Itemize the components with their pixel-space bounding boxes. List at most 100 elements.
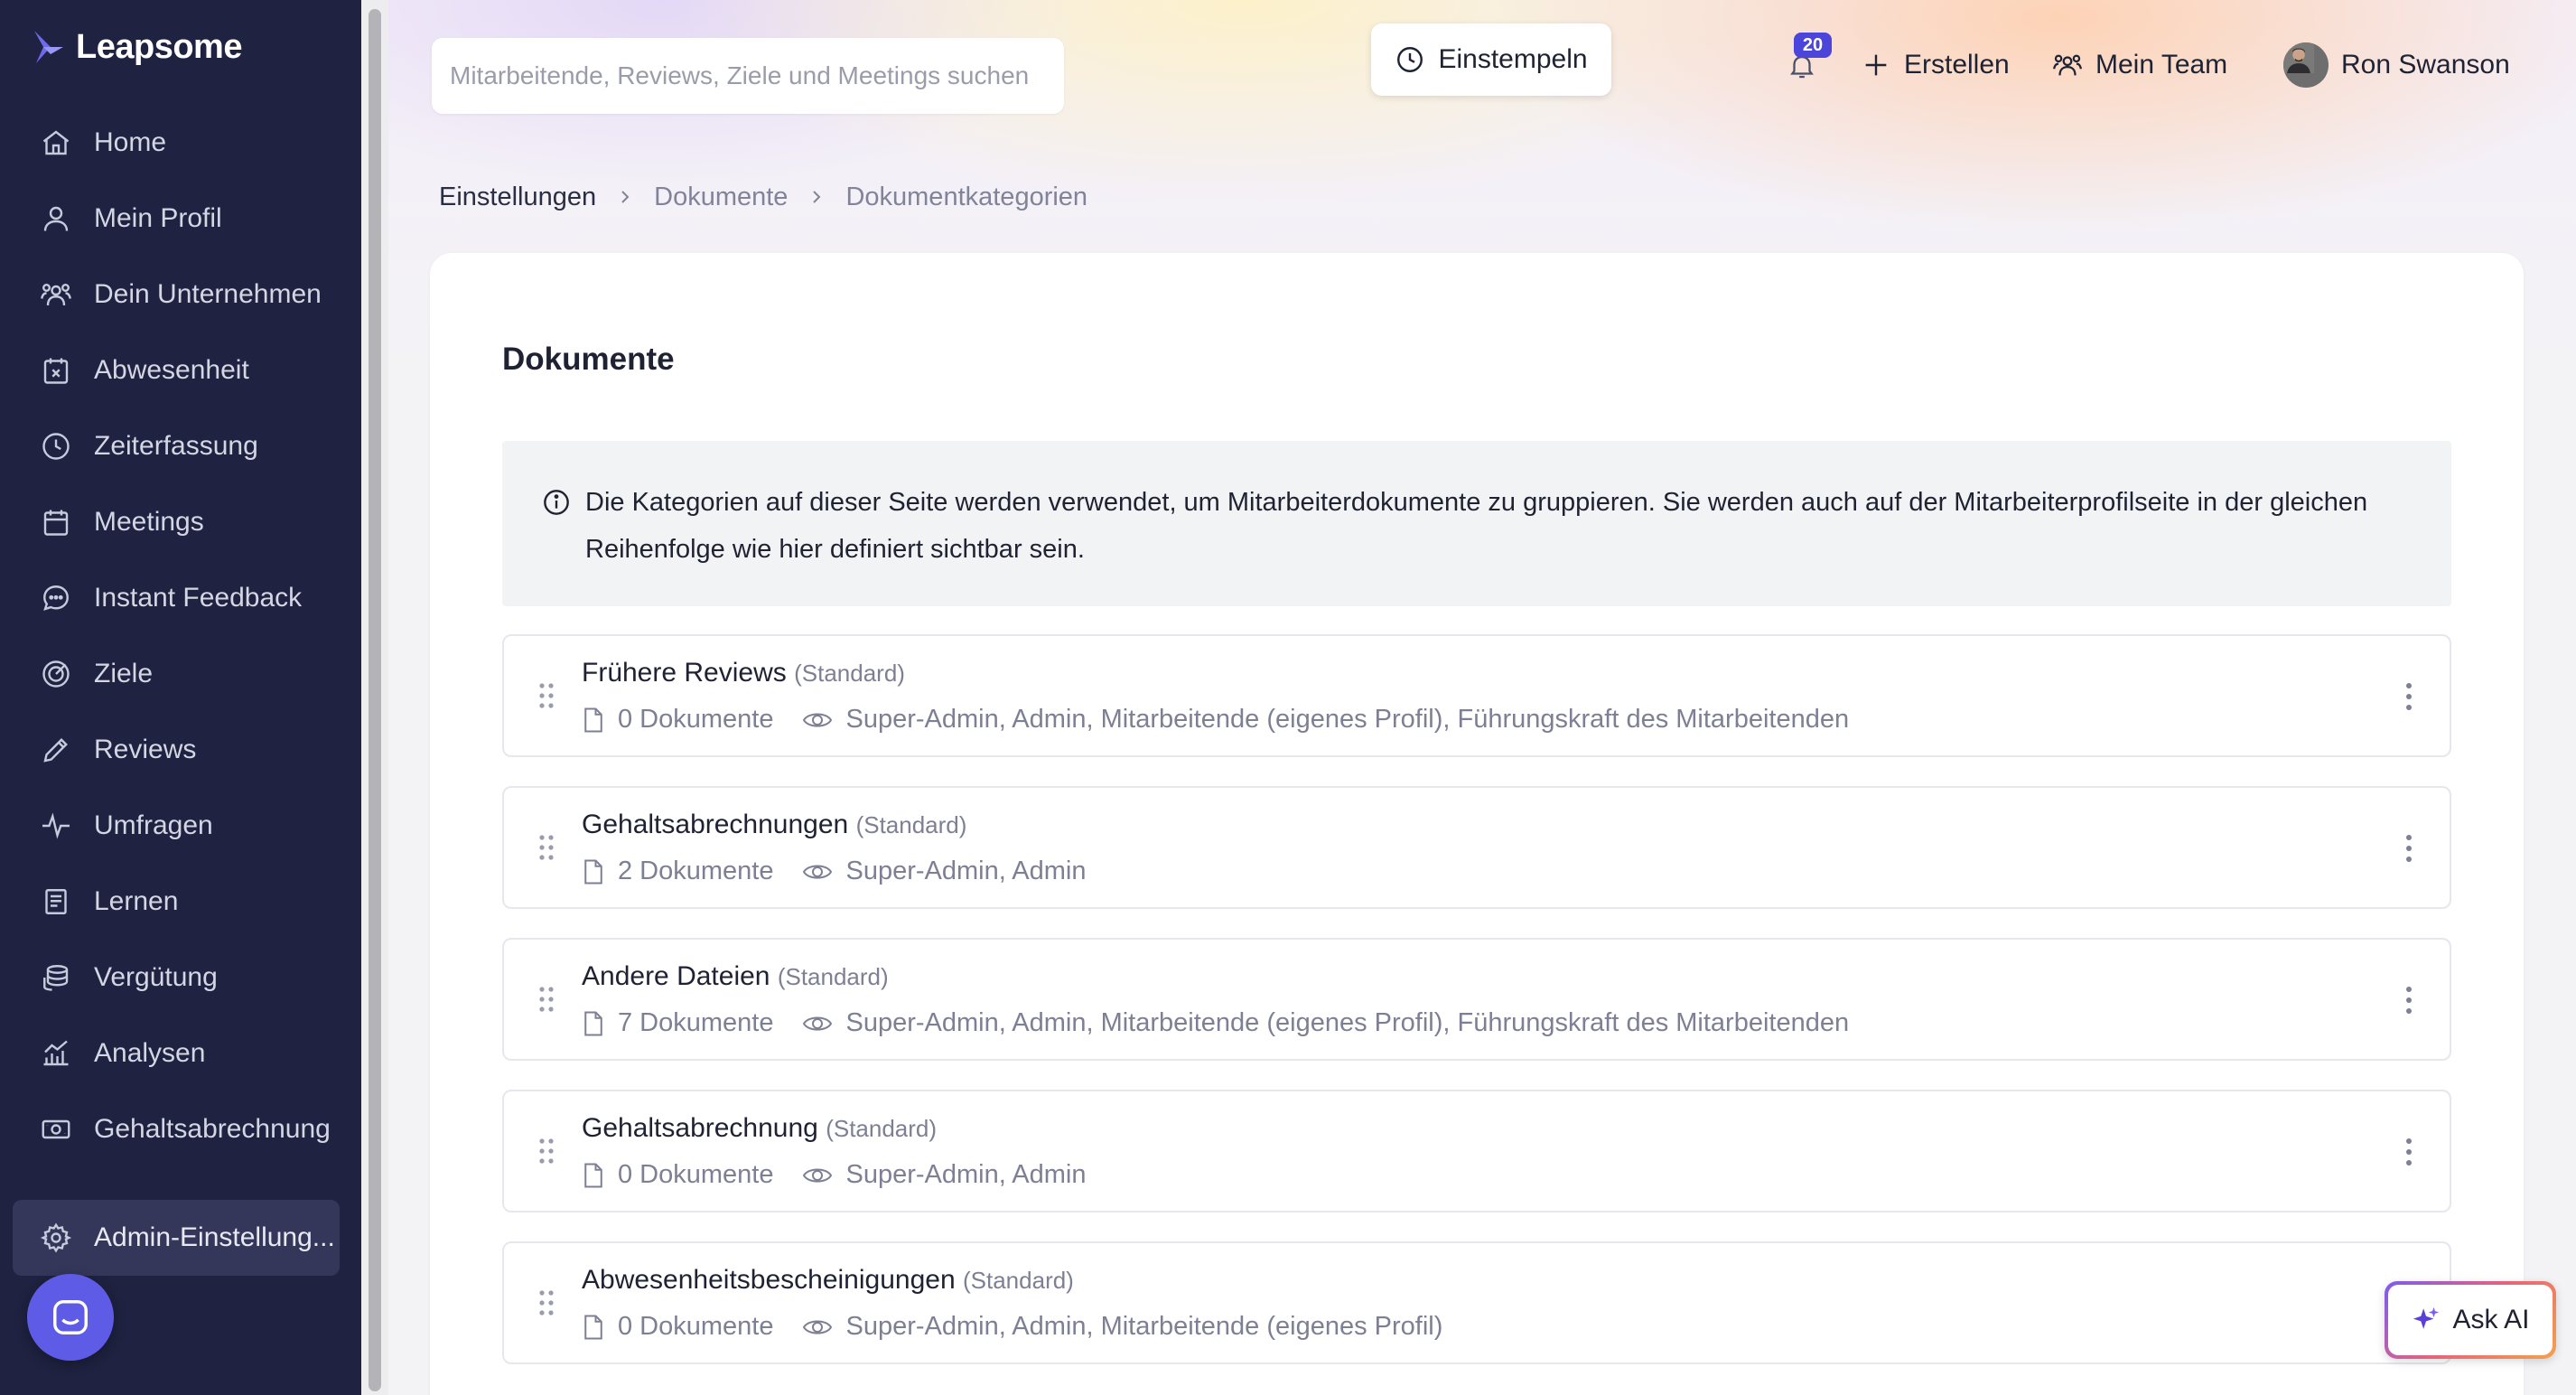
leapsome-logo[interactable]: Leapsome [31, 20, 242, 74]
category-row[interactable]: Gehaltsabrechnungen (Standard) 2 Dokumen… [502, 786, 2451, 909]
category-row[interactable]: Gehaltsabrechnung (Standard) 0 Dokumente… [502, 1090, 2451, 1212]
documents-card: Dokumente Die Kategorien auf dieser Seit… [430, 253, 2524, 1395]
drag-handle-icon[interactable] [538, 1137, 555, 1166]
document-count: 0 Dokumente [618, 1160, 774, 1189]
drag-handle-icon[interactable] [538, 985, 555, 1014]
eye-icon [802, 864, 832, 879]
leapsome-logo-icon [34, 31, 63, 63]
eye-icon [802, 1167, 832, 1183]
sparkle-icon [2413, 1306, 2440, 1329]
search-input[interactable] [450, 61, 1064, 90]
clock-in-button[interactable]: Einstempeln [1371, 23, 1611, 96]
global-search[interactable] [432, 38, 1064, 114]
category-name: Andere Dateien [582, 961, 770, 991]
sidebar-item-umfragen[interactable]: Umfragen [13, 788, 340, 864]
more-options-icon[interactable] [2404, 833, 2413, 864]
category-meta: 2 Dokumente Super-Admin, Admin [582, 857, 1086, 886]
chevron-right-icon [621, 191, 630, 203]
plus-icon [1865, 54, 1887, 76]
more-options-icon[interactable] [2404, 1137, 2413, 1167]
breadcrumb-item-dokumente[interactable]: Dokumente [654, 183, 788, 212]
document-icon [584, 1315, 602, 1339]
document-icon [584, 859, 602, 884]
sidebar-item-verguetung[interactable]: Vergütung [13, 940, 340, 1016]
sidebar-item-meetings[interactable]: Meetings [13, 484, 340, 560]
pulse-icon [42, 812, 70, 839]
avatar [2283, 42, 2329, 88]
create-button[interactable]: Erstellen [1861, 43, 2010, 87]
clock-icon [1397, 47, 1423, 72]
ask-ai-button[interactable]: Ask AI [2385, 1281, 2556, 1359]
category-tag: (Standard) [826, 1115, 938, 1142]
scrollbar-thumb[interactable] [369, 9, 381, 1391]
drag-handle-icon[interactable] [538, 681, 555, 710]
category-name: Frühere Reviews [582, 658, 787, 688]
document-count: 2 Dokumente [618, 857, 774, 885]
clock-icon [42, 433, 70, 460]
eye-icon [802, 712, 832, 727]
sidebar-item-zeiterfassung[interactable]: Zeiterfassung [13, 408, 340, 484]
sidebar-item-reviews[interactable]: Reviews [13, 712, 340, 788]
document-icon [584, 1163, 602, 1187]
sidebar-item-home[interactable]: Home [13, 105, 340, 181]
sidebar-item-ziele[interactable]: Ziele [13, 636, 340, 712]
ask-ai-inner: Ask AI [2388, 1285, 2553, 1355]
sidebar-item-label: Meetings [94, 507, 204, 537]
notifications-button[interactable]: 20 [1778, 33, 1832, 87]
sidebar-item-label: Umfragen [94, 810, 213, 840]
ask-ai-label: Ask AI [2452, 1305, 2530, 1334]
main-area: Einstempeln 20 Erstellen Mein Team Ron S… [388, 0, 2576, 1395]
document-count: 0 Dokumente [618, 1312, 774, 1341]
info-icon [544, 490, 569, 515]
category-name: Gehaltsabrechnungen [582, 810, 849, 839]
create-label: Erstellen [1904, 50, 2010, 80]
category-name: Gehaltsabrechnung [582, 1113, 818, 1143]
category-name: Abwesenheitsbescheinigungen [582, 1265, 956, 1295]
visibility-roles: Super-Admin, Admin [845, 1160, 1087, 1189]
category-tag: (Standard) [855, 811, 967, 838]
sidebar-item-admin-settings[interactable]: Admin-Einstellung... [13, 1200, 340, 1276]
visibility-roles: Super-Admin, Admin, Mitarbeitende (eigen… [845, 1312, 1443, 1341]
user-menu[interactable]: Ron Swanson [2283, 42, 2510, 88]
sidebar-item-label: Admin-Einstellung... [94, 1222, 335, 1252]
notifications-badge: 20 [1794, 33, 1832, 58]
visibility-roles: Super-Admin, Admin [845, 857, 1087, 885]
breadcrumb: Einstellungen Dokumente Dokumentkategori… [439, 179, 1087, 215]
sidebar-scrollbar[interactable] [361, 0, 388, 1395]
support-chat-button[interactable] [27, 1274, 114, 1361]
sidebar-item-label: Zeiterfassung [94, 431, 258, 461]
sidebar-item-mein-profil[interactable]: Mein Profil [13, 181, 340, 257]
user-name: Ron Swanson [2341, 50, 2510, 80]
more-options-icon[interactable] [2404, 985, 2413, 1016]
drag-handle-icon[interactable] [538, 1288, 555, 1317]
category-row[interactable]: Frühere Reviews (Standard) 0 Dokumente S… [502, 634, 2451, 757]
calendar-x-icon [43, 358, 69, 384]
category-row[interactable]: Andere Dateien (Standard) 7 Dokumente Su… [502, 938, 2451, 1061]
pencil-icon [43, 738, 68, 763]
sidebar-item-dein-unternehmen[interactable]: Dein Unternehmen [13, 257, 340, 332]
category-title: Andere Dateien (Standard) [582, 961, 889, 992]
category-title: Gehaltsabrechnungen (Standard) [582, 810, 966, 840]
category-meta: 0 Dokumente Super-Admin, Admin, Mitarbei… [582, 705, 1849, 735]
sidebar-item-analysen[interactable]: Analysen [13, 1016, 340, 1091]
sidebar-item-label: Instant Feedback [94, 583, 303, 613]
sidebar-item-instant-feedback[interactable]: Instant Feedback [13, 560, 340, 636]
category-meta: 0 Dokumente Super-Admin, Admin [582, 1160, 1086, 1190]
gear-icon [40, 1222, 72, 1253]
more-options-icon[interactable] [2404, 681, 2413, 712]
sidebar-item-gehaltsabrechnung[interactable]: Gehaltsabrechnung [13, 1091, 340, 1167]
category-title: Abwesenheitsbescheinigungen (Standard) [582, 1265, 1074, 1296]
eye-icon [802, 1016, 832, 1031]
my-team-button[interactable]: Mein Team [2052, 43, 2227, 87]
sidebar-nav: Home Mein Profil Dein Unternehmen Abwese… [13, 105, 340, 1276]
sidebar-item-label: Vergütung [94, 962, 218, 992]
cash-icon [42, 1119, 70, 1139]
sidebar-item-abwesenheit[interactable]: Abwesenheit [13, 332, 340, 408]
category-meta: 0 Dokumente Super-Admin, Admin, Mitarbei… [582, 1312, 1442, 1342]
breadcrumb-item-einstellungen[interactable]: Einstellungen [439, 183, 596, 212]
category-row[interactable]: Abwesenheitsbescheinigungen (Standard) 0… [502, 1241, 2451, 1364]
eye-icon [802, 1319, 832, 1334]
drag-handle-icon[interactable] [538, 833, 555, 862]
sidebar-item-label: Analysen [94, 1038, 206, 1068]
sidebar-item-lernen[interactable]: Lernen [13, 864, 340, 940]
